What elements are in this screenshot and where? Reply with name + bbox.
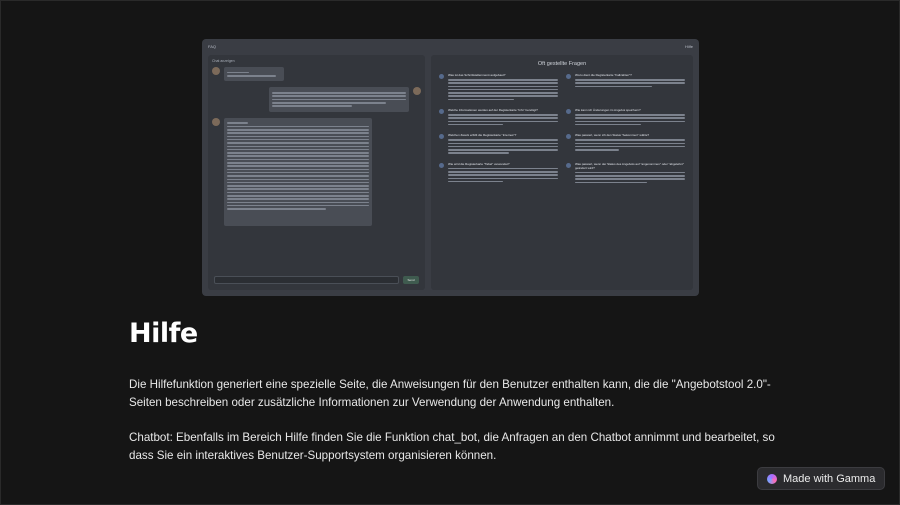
description-paragraph: Die Hilfefunktion generiert eine speziel… (129, 378, 771, 409)
avatar (212, 67, 220, 75)
faq-item: Wie kann ich Änderungen im Angebot speic… (566, 108, 685, 127)
faq-pane: Oft gestellte Fragen Was ist das Schnitt… (431, 55, 693, 290)
faq-bullet-icon (566, 162, 571, 168)
faq-question: Wie kann ich Änderungen im Angebot speic… (575, 108, 641, 113)
app-body: Chat anzeigen Send Oft gestellte Fragen … (208, 55, 693, 290)
chat-bubble (224, 117, 372, 226)
faq-item: Was passiert, wenn der Status des Angebo… (566, 162, 685, 185)
chat-send-button[interactable]: Send (403, 276, 419, 284)
chat-message (212, 67, 421, 82)
faq-bullet-icon (439, 162, 444, 168)
chat-bubble-user (269, 87, 409, 112)
app-titlebar: FAQ Hilfe (202, 39, 699, 53)
faq-bullet-icon (566, 134, 571, 140)
chat-input[interactable] (214, 276, 399, 284)
faq-item: Welchen Zweck erfüllt die Registerkarte … (439, 133, 558, 155)
faq-item: Welche Informationen werden auf der Regi… (439, 108, 558, 127)
chat-message-user (212, 87, 421, 112)
faq-question: Was ist das Schnittstellenmenü aufgebaut… (448, 73, 506, 77)
faq-bullet-icon (566, 109, 571, 115)
app-window-title: FAQ (208, 43, 217, 49)
avatar (413, 87, 421, 96)
faq-item: Wie wird die Registerkarte "Tabel" verwe… (439, 162, 558, 185)
faq-item: Was ist das Schnittstellenmenü aufgebaut… (439, 73, 558, 102)
chat-message (212, 117, 421, 226)
faq-bullet-icon (439, 109, 444, 115)
faq-item: Wozu dient die Registerkarte "Fallzahlen… (566, 73, 685, 102)
faq-item: Was passiert, wenn ich den Status "bekom… (566, 133, 685, 155)
chat-header: Chat anzeigen (212, 59, 235, 63)
chatbot-paragraph: Chatbot: Ebenfalls im Bereich Hilfe find… (129, 431, 775, 462)
faq-title: Oft gestellte Fragen (537, 61, 587, 67)
chat-pane: Chat anzeigen Send (208, 55, 425, 290)
faq-bullet-icon (439, 134, 444, 140)
gamma-logo-icon (767, 473, 777, 484)
faq-question: Welche Informationen werden auf der Regi… (448, 108, 538, 113)
app-window-right-label: Hilfe (684, 43, 693, 49)
made-with-gamma-badge[interactable]: Made with Gamma (757, 467, 885, 490)
faq-question: Welchen Zweck erfüllt die Registerkarte … (448, 133, 517, 138)
faq-bullet-icon (566, 74, 571, 79)
faq-question: Wie wird die Registerkarte "Tabel" verwe… (448, 161, 510, 166)
chat-bubble (224, 67, 284, 82)
faq-question: Was passiert, wenn der Status des Angebo… (575, 161, 684, 170)
avatar (212, 117, 220, 126)
badge-label: Made with Gamma (783, 472, 876, 485)
faq-grid: Was ist das Schnittstellenmenü aufgebaut… (439, 73, 685, 185)
page-title: Hilfe (129, 318, 198, 349)
faq-bullet-icon (439, 74, 444, 79)
faq-question: Was passiert, wenn ich den Status "bekom… (575, 133, 650, 138)
faq-question: Wozu dient die Registerkarte "Fallzahlen… (575, 73, 632, 77)
app-screenshot: FAQ Hilfe Chat anzeigen Send Oft gestell… (202, 39, 699, 296)
